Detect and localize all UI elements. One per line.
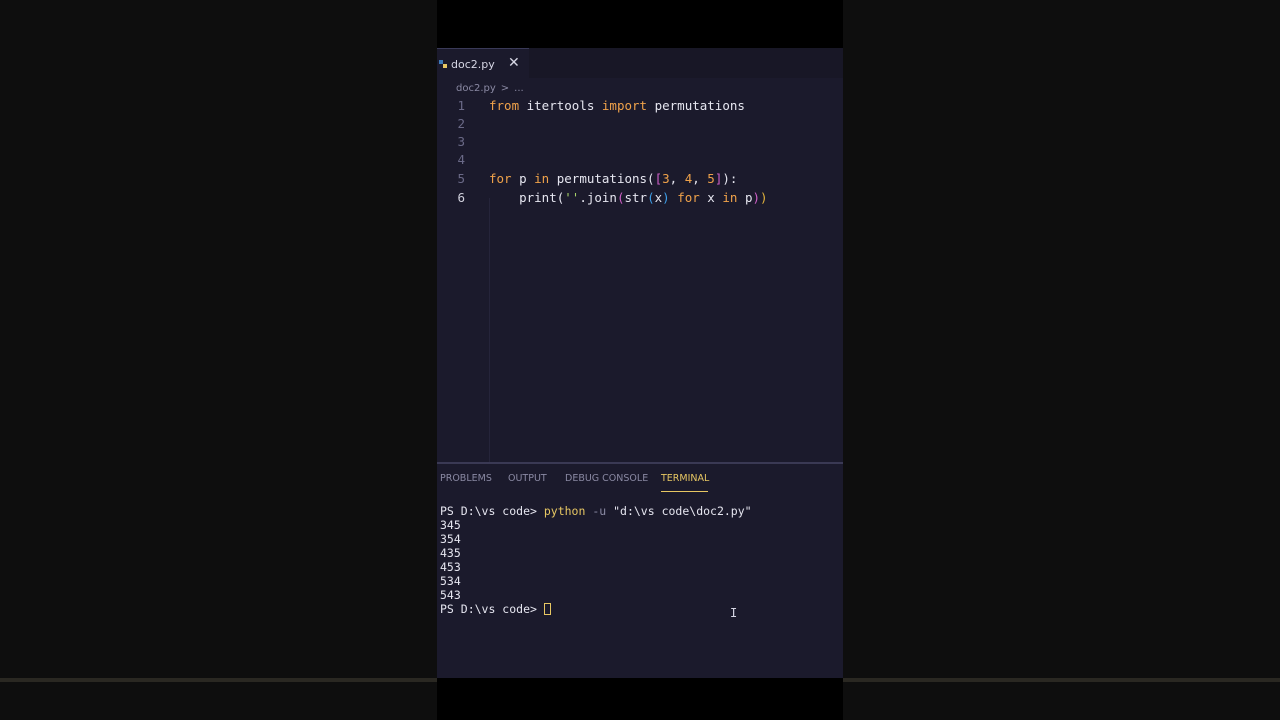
print-call: print(	[489, 190, 565, 205]
tab-label: doc2.py	[451, 58, 495, 71]
line-end: ):	[722, 171, 738, 186]
variable-x: x	[654, 190, 663, 205]
code-text: print(''.join(str(x) for x in p))	[489, 190, 768, 205]
tab-terminal[interactable]: TERMINAL	[661, 473, 709, 484]
bottom-panel: PROBLEMS OUTPUT DEBUG CONSOLE TERMINAL P…	[437, 462, 843, 678]
terminal-output-line: 354	[440, 532, 461, 546]
terminal-prompt-line: PS D:\vs code>	[440, 602, 551, 616]
line-number: 6	[457, 190, 465, 205]
code-line-4: 4	[437, 152, 843, 170]
import-name: permutations	[647, 98, 745, 113]
number: 3	[662, 171, 670, 186]
paren: )	[752, 190, 761, 205]
paren: (	[616, 190, 625, 205]
code-line-1: 1 from itertools import permutations	[437, 98, 843, 116]
line-number: 1	[457, 98, 465, 113]
right-letterbox	[843, 0, 1280, 720]
variable-x: x	[699, 190, 723, 205]
left-letterbox	[0, 0, 437, 720]
terminal-flag: -u	[585, 504, 614, 518]
terminal-command-line: PS D:\vs code> python -u "d:\vs code\doc…	[440, 504, 752, 518]
join-method: .join	[579, 190, 617, 205]
number: 5	[707, 171, 715, 186]
terminal-argument: "d:\vs code\doc2.py"	[613, 504, 752, 518]
paren: (	[647, 190, 655, 205]
code-line-6: 6 print(''.join(str(x) for x in p))	[437, 190, 843, 208]
function-call: permutations(	[549, 171, 655, 186]
paren: )	[662, 190, 670, 205]
editor-tab-bar: doc2.py ✕	[437, 48, 843, 78]
str-builtin: str	[624, 190, 648, 205]
line-number: 4	[457, 152, 465, 167]
string-literal: ''	[564, 190, 580, 205]
line-number: 5	[457, 171, 465, 186]
keyword: in	[534, 171, 550, 186]
line-number: 3	[457, 134, 465, 149]
line-number: 2	[457, 116, 465, 131]
terminal-prompt: PS D:\vs code>	[440, 504, 544, 518]
code-line-3: 3	[437, 134, 843, 152]
terminal-output-line: 345	[440, 518, 461, 532]
python-file-icon	[439, 60, 447, 68]
terminal-prompt: PS D:\vs code>	[440, 602, 544, 616]
bracket: [	[654, 171, 663, 186]
tab-output[interactable]: OUTPUT	[508, 473, 547, 484]
keyword: import	[601, 98, 648, 113]
active-tab-indicator	[661, 491, 708, 492]
terminal-cursor	[543, 603, 551, 615]
code-line-2: 2	[437, 116, 843, 134]
editor-gutter-guide	[489, 198, 490, 468]
keyword: for	[489, 171, 512, 186]
keyword: in	[722, 190, 738, 205]
terminal-output-line: 543	[440, 588, 461, 602]
vscode-window: doc2.py ✕ doc2.py >... 1 from itertools i…	[437, 0, 843, 720]
breadcrumb-separator: >	[500, 83, 510, 94]
module-name: itertools	[519, 98, 602, 113]
code-text: from itertools import permutations	[489, 98, 745, 113]
code-line-5: 5 for p in permutations([3, 4, 5]):	[437, 171, 843, 189]
terminal-command: python	[543, 504, 586, 518]
code-text: for p in permutations([3, 4, 5]):	[489, 171, 737, 186]
keyword: from	[489, 98, 520, 113]
breadcrumb-file[interactable]: doc2.py	[456, 83, 496, 94]
comma: ,	[669, 171, 685, 186]
tab-debug-console[interactable]: DEBUG CONSOLE	[565, 473, 648, 484]
text-cursor-icon: I	[730, 606, 738, 620]
breadcrumb: doc2.py >...	[456, 83, 529, 94]
variable-p: p	[737, 190, 753, 205]
terminal-output-line: 534	[440, 574, 461, 588]
tab-doc2-py[interactable]: doc2.py ✕	[437, 48, 529, 78]
close-icon[interactable]: ✕	[508, 55, 520, 71]
editor-pane: doc2.py ✕ doc2.py >... 1 from itertools i…	[437, 48, 843, 468]
keyword: for	[669, 190, 700, 205]
loop-variable: p	[511, 171, 535, 186]
terminal-output-line: 453	[440, 560, 461, 574]
terminal-output-line: 435	[440, 546, 461, 560]
comma: ,	[692, 171, 708, 186]
tab-problems[interactable]: PROBLEMS	[440, 473, 492, 484]
paren: )	[760, 190, 768, 205]
breadcrumb-more[interactable]: ...	[514, 83, 524, 94]
